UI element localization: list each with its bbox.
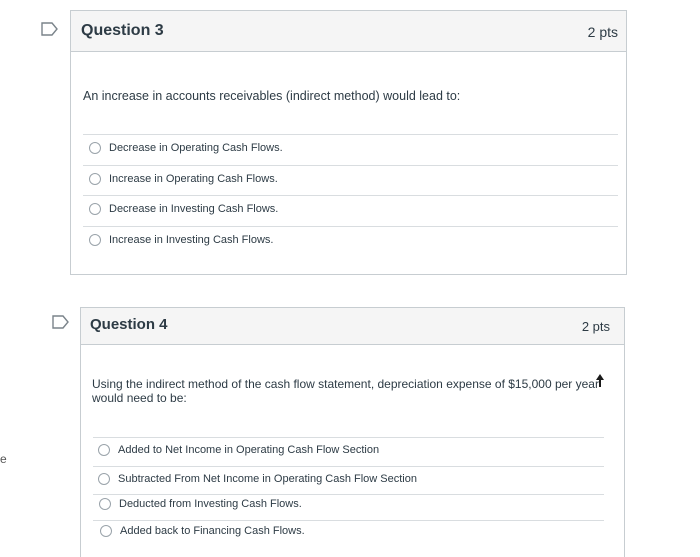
question-card-4: Question 4 2 pts Using the indirect meth… [80,307,625,557]
question-text-line-2: would need to be: [92,391,187,405]
answer-divider [83,195,618,196]
question-header-4: Question 4 2 pts [81,308,624,345]
answer-label: Subtracted From Net Income in Operating … [118,473,417,485]
answer-option[interactable]: Added to Net Income in Operating Cash Fl… [98,441,379,459]
answer-label: Added back to Financing Cash Flows. [120,525,305,537]
radio-button[interactable] [98,473,110,485]
answer-option[interactable]: Increase in Investing Cash Flows. [89,231,273,249]
answer-divider [83,226,618,227]
answer-option[interactable]: Deducted from Investing Cash Flows. [99,495,302,513]
radio-button[interactable] [89,142,101,154]
page-edge-text: e [0,452,7,466]
answer-label: Increase in Investing Cash Flows. [109,234,274,246]
answer-label: Decrease in Operating Cash Flows. [109,142,283,154]
answer-option[interactable]: Decrease in Investing Cash Flows. [89,200,278,218]
question-title: Question 4 [90,316,168,333]
answer-label: Added to Net Income in Operating Cash Fl… [118,444,380,456]
question-text: An increase in accounts receivables (ind… [83,89,461,103]
answer-divider [93,437,604,438]
radio-button[interactable] [98,444,110,456]
answer-label: Increase in Operating Cash Flows. [109,173,278,185]
radio-button[interactable] [100,525,112,537]
answer-divider [83,165,618,166]
flag-question-icon[interactable] [51,315,71,329]
question-header-3: Question 3 2 pts [71,11,626,52]
radio-button[interactable] [89,173,101,185]
answer-divider [93,520,604,521]
answer-label: Decrease in Investing Cash Flows. [109,203,279,215]
answer-label: Deducted from Investing Cash Flows. [119,498,302,510]
answer-option[interactable]: Added back to Financing Cash Flows. [100,522,305,540]
radio-button[interactable] [89,203,101,215]
question-card-3: Question 3 2 pts An increase in accounts… [70,10,627,275]
mouse-cursor-icon [596,374,604,387]
answer-option[interactable]: Increase in Operating Cash Flows. [89,170,278,188]
radio-button[interactable] [99,498,111,510]
answer-option[interactable]: Decrease in Operating Cash Flows. [89,139,283,157]
question-title: Question 3 [81,22,164,39]
answer-option[interactable]: Subtracted From Net Income in Operating … [98,470,417,488]
radio-button[interactable] [89,234,101,246]
answer-divider [83,134,618,135]
question-points: 2 pts [587,24,618,40]
answer-divider [93,466,604,467]
question-points: 2 pts [581,319,610,334]
flag-question-icon[interactable] [40,22,60,36]
